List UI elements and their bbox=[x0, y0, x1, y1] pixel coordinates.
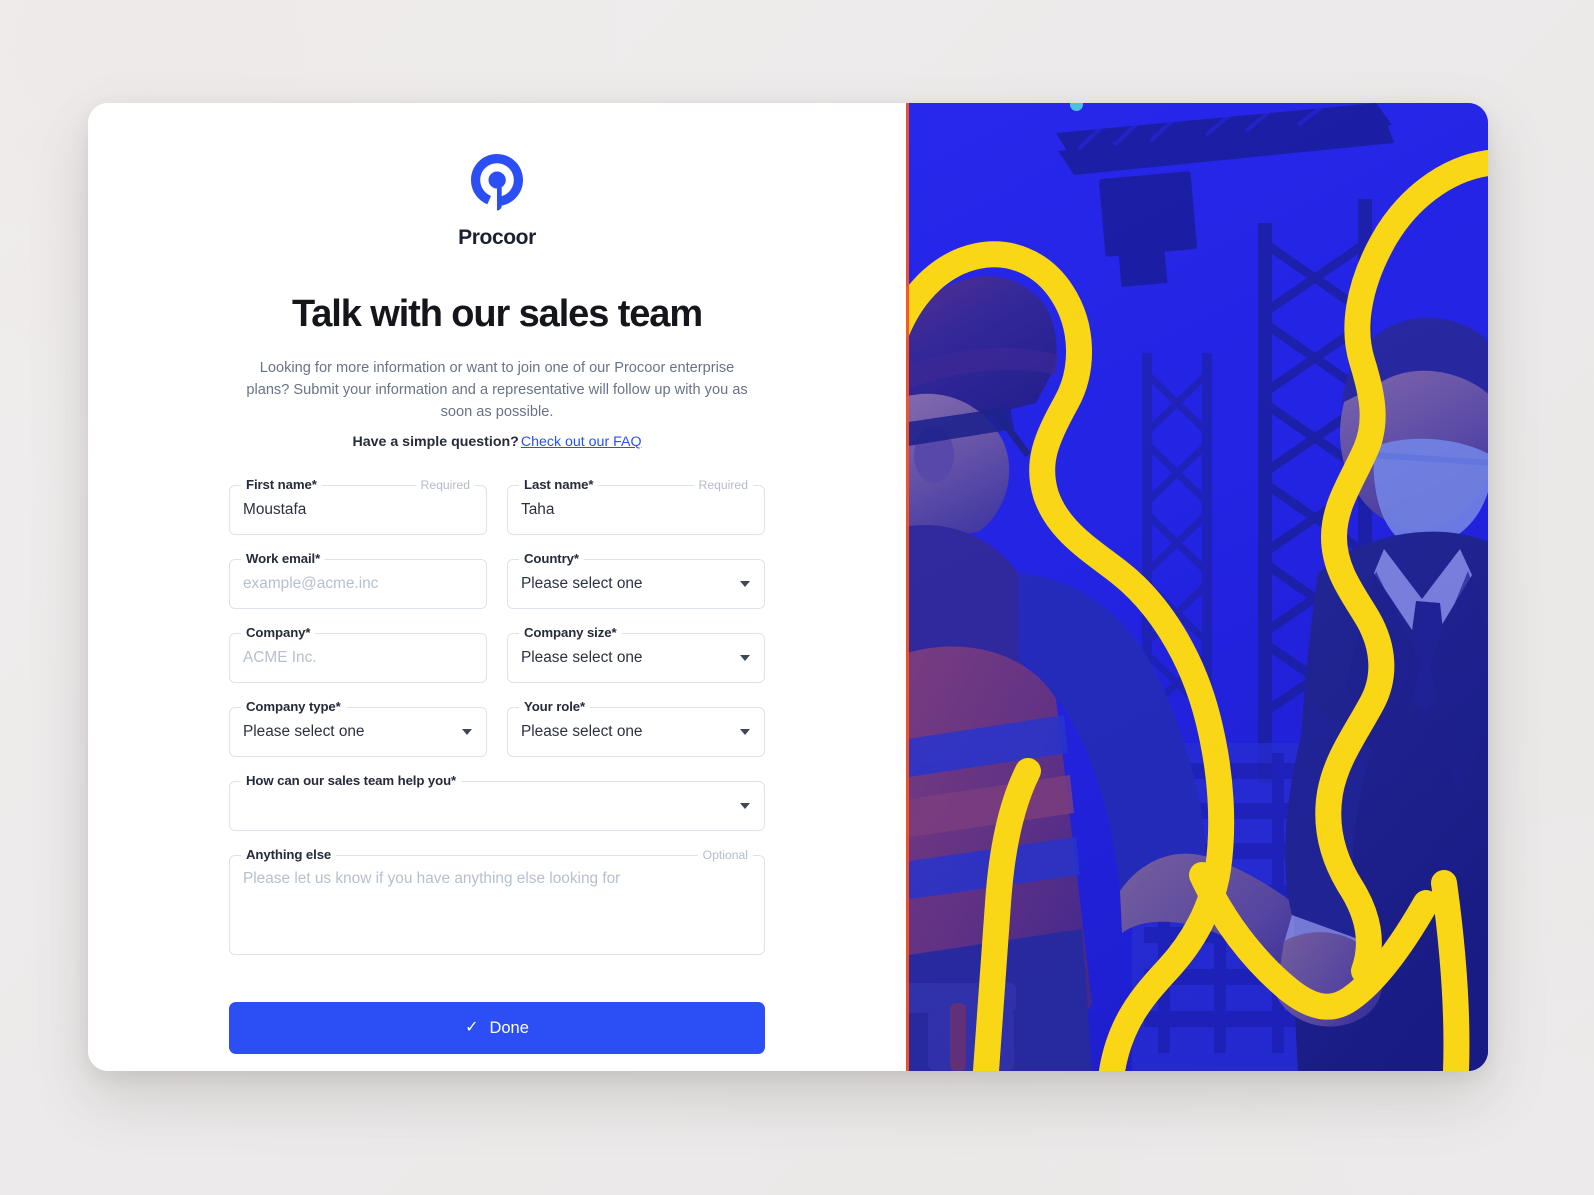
done-button-label: Done bbox=[489, 1018, 529, 1037]
contact-sales-card: Procoor Talk with our sales team Looking… bbox=[88, 103, 1488, 1071]
field-work-email[interactable]: Work email* example@acme.inc bbox=[229, 551, 487, 610]
field-value-your-role: Please select one bbox=[521, 723, 643, 741]
chevron-down-icon[interactable] bbox=[740, 581, 750, 588]
field-label-company-type: Company type* bbox=[241, 699, 346, 715]
field-label-company: Company* bbox=[241, 625, 316, 641]
field-placeholder-company: ACME Inc. bbox=[243, 649, 317, 667]
field-label-last-name: Last name* bbox=[519, 477, 599, 493]
field-label-sales-help: How can our sales team help you* bbox=[241, 773, 462, 789]
photo-pane bbox=[906, 103, 1488, 1071]
field-country[interactable]: Country* Please select one bbox=[507, 551, 765, 610]
construction-handshake-photo bbox=[906, 103, 1488, 1071]
done-button[interactable]: ✓ Done bbox=[229, 1002, 765, 1055]
page-title: Talk with our sales team bbox=[291, 293, 703, 335]
faq-link[interactable]: Check out our FAQ bbox=[521, 434, 642, 450]
field-company[interactable]: Company* ACME Inc. bbox=[229, 625, 487, 684]
field-value-country: Please select one bbox=[521, 575, 643, 593]
field-value-last-name: Taha bbox=[521, 501, 555, 519]
field-company-type[interactable]: Company type* Please select one bbox=[229, 699, 487, 758]
field-anything-else[interactable]: Anything else Optional Please let us know … bbox=[229, 847, 765, 956]
field-label-anything-else: Anything else bbox=[241, 847, 337, 863]
field-company-size[interactable]: Company size* Please select one bbox=[507, 625, 765, 684]
field-hint-last-name: Required bbox=[693, 478, 753, 493]
field-your-role[interactable]: Your role* Please select one bbox=[507, 699, 765, 758]
field-last-name[interactable]: Last name* Required Taha bbox=[507, 477, 765, 536]
procoor-spiral-pin-logo-icon bbox=[466, 150, 528, 214]
field-label-work-email: Work email* bbox=[241, 551, 326, 567]
field-label-company-size: Company size* bbox=[519, 625, 622, 641]
field-hint-anything-else: Optional bbox=[697, 848, 753, 863]
form-pane: Procoor Talk with our sales team Looking… bbox=[88, 103, 906, 1071]
field-value-first-name: Moustafa bbox=[243, 501, 307, 519]
form-field-grid: First name* Required Moustafa Last name* Req… bbox=[229, 477, 765, 979]
chevron-down-icon[interactable] bbox=[462, 729, 472, 736]
field-label-country: Country* bbox=[519, 551, 584, 567]
accent-rule bbox=[906, 103, 909, 1071]
field-placeholder-anything-else: Please let us know if you have anything … bbox=[243, 870, 621, 888]
form-content: Procoor Talk with our sales team Looking… bbox=[229, 150, 765, 1055]
field-label-your-role: Your role* bbox=[519, 699, 591, 715]
chevron-down-icon[interactable] bbox=[740, 729, 750, 736]
submit-row: ✓ Done bbox=[229, 1002, 765, 1055]
field-value-company-size: Please select one bbox=[521, 649, 643, 667]
faq-prompt: Have a simple question? bbox=[352, 434, 519, 451]
field-value-company-type: Please select one bbox=[243, 723, 365, 741]
brand-name: Procoor bbox=[458, 226, 536, 249]
chevron-down-icon[interactable] bbox=[740, 655, 750, 662]
field-label-first-name: First name* bbox=[241, 477, 322, 493]
intro-text: Looking for more information or want to … bbox=[246, 359, 748, 420]
chevron-down-icon[interactable] bbox=[740, 803, 750, 810]
field-placeholder-work-email: example@acme.inc bbox=[243, 575, 379, 593]
field-hint-first-name: Required bbox=[415, 478, 475, 493]
check-icon: ✓ bbox=[465, 1019, 479, 1037]
faq-line: Have a simple question? Check out our FAQ bbox=[229, 434, 765, 450]
brand-lockup: Procoor bbox=[229, 150, 765, 250]
field-first-name[interactable]: First name* Required Moustafa bbox=[229, 477, 487, 536]
field-sales-help[interactable]: How can our sales team help you* bbox=[229, 773, 765, 832]
